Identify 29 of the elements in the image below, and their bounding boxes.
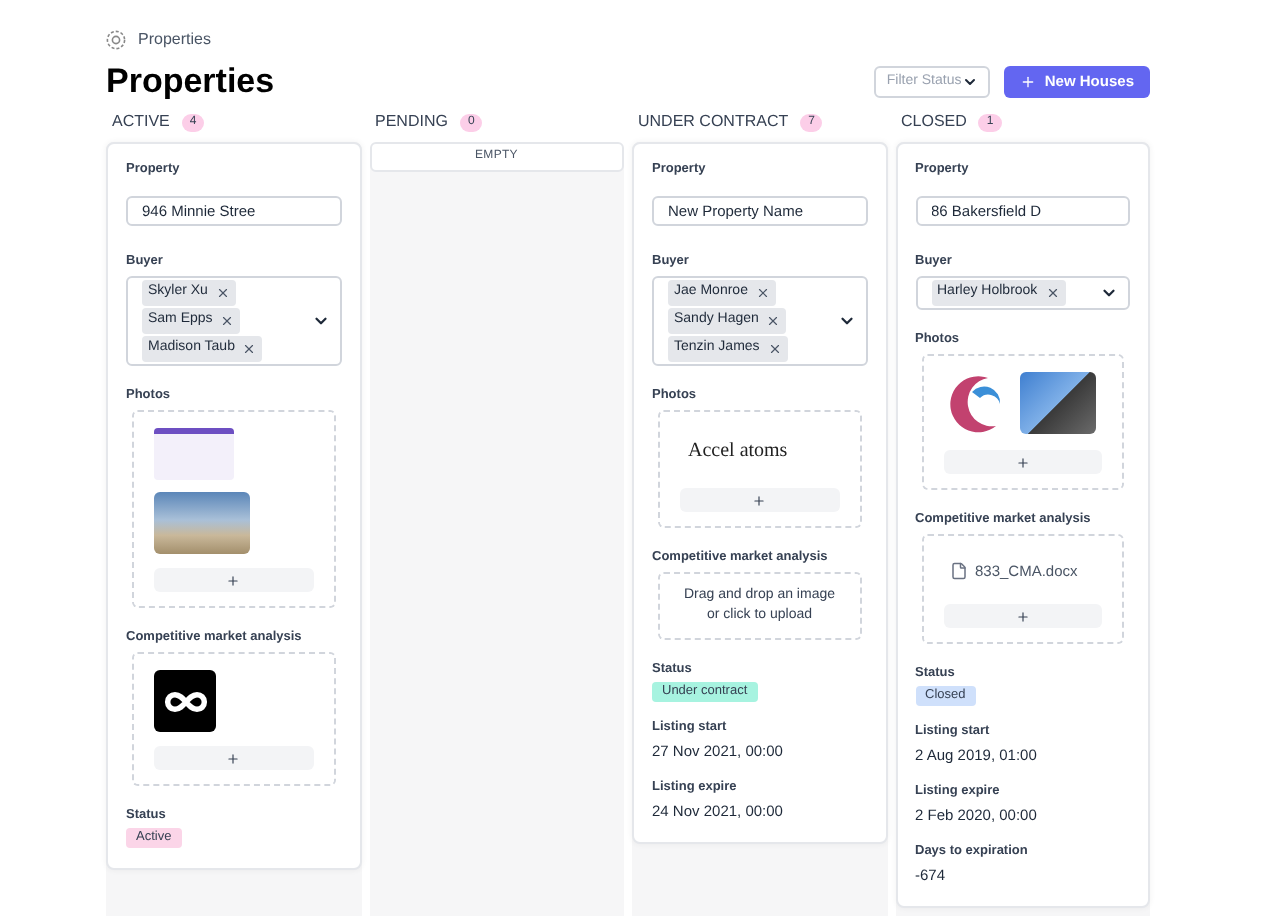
logo-wordmark: Accel atoms	[686, 438, 790, 466]
column-title: UNDER CONTRACT	[638, 110, 789, 134]
remove-icon[interactable]	[755, 286, 770, 300]
column-title: ACTIVE	[112, 110, 170, 134]
column-title: CLOSED	[901, 110, 967, 134]
plus-icon	[752, 493, 767, 507]
page-title: Properties	[106, 62, 275, 102]
chevron-down-icon	[1100, 284, 1118, 302]
remove-icon[interactable]	[766, 314, 781, 328]
remove-icon[interactable]	[242, 342, 257, 356]
file-icon	[949, 562, 967, 581]
plus-icon	[1015, 609, 1030, 624]
photo-placeholder	[154, 492, 250, 554]
remove-icon[interactable]	[215, 286, 230, 300]
plus-icon	[1020, 74, 1037, 90]
chevron-down-icon	[962, 74, 979, 90]
plus-icon	[226, 573, 241, 587]
remove-icon[interactable]	[220, 314, 235, 328]
screenshot-thumbnail	[154, 428, 234, 480]
breadcrumb[interactable]: Properties	[138, 28, 211, 52]
remove-icon[interactable]	[1045, 286, 1060, 300]
plus-icon	[1015, 455, 1030, 469]
plus-icon	[226, 751, 241, 765]
chevron-down-icon	[311, 312, 329, 330]
settings-icon	[106, 30, 126, 50]
chevron-down-icon	[837, 312, 855, 330]
remove-icon[interactable]	[767, 342, 782, 356]
photo-placeholder	[1019, 372, 1095, 434]
column-title: PENDING	[375, 110, 448, 134]
